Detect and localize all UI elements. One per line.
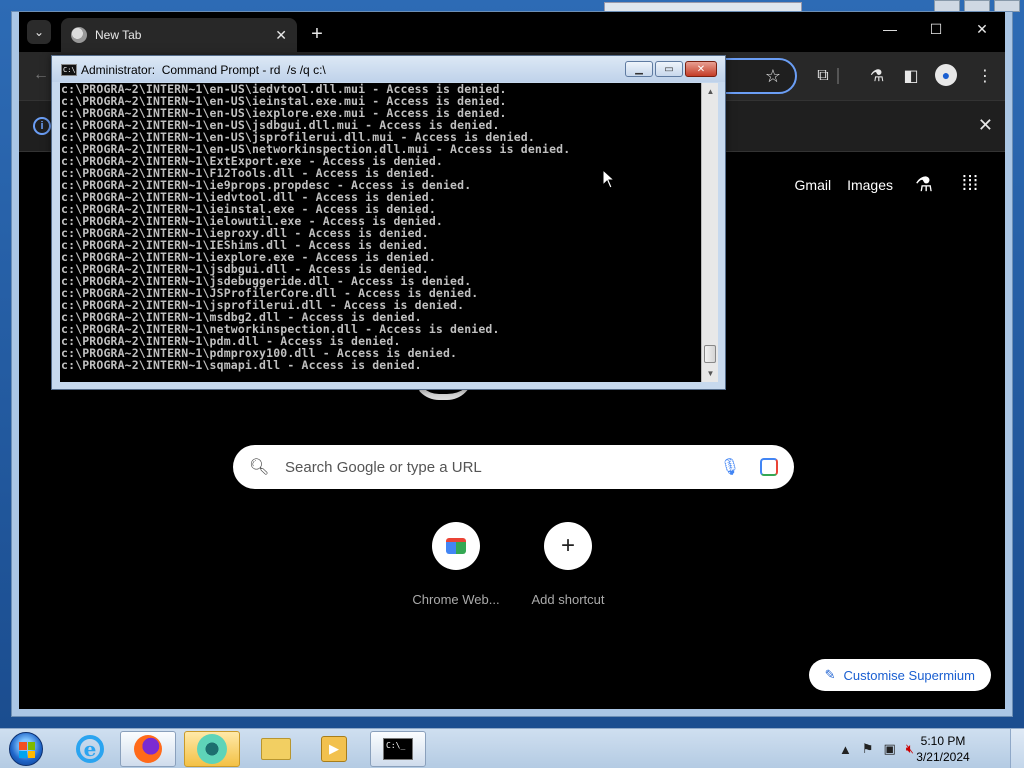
scrollbar-thumb[interactable] <box>704 345 716 363</box>
maximize-button[interactable]: ☐ <box>913 12 959 46</box>
tab-close-icon[interactable]: ✕ <box>275 27 287 44</box>
toolbar-divider <box>837 68 839 84</box>
shortcut-chrome-web-store[interactable]: Chrome Web... <box>400 522 512 607</box>
taskbar-internet-explorer[interactable]: e <box>62 731 118 767</box>
tab-favicon-icon <box>71 27 87 43</box>
tab-title: New Tab <box>95 28 142 42</box>
supermium-icon <box>197 734 227 764</box>
taskbar: e ▶ C:\_ ▲ ⚑ ▣ 🔇︎ 5:10 PM 3/21/2024 <box>0 728 1024 768</box>
action-center-flag-icon[interactable]: ⚑ <box>862 741 874 757</box>
command-prompt-window: C:\ Administrator: Command Prompt - rd /… <box>51 55 726 390</box>
labs-flask-icon[interactable]: ⚗ <box>909 172 939 197</box>
tab-search-button[interactable]: ⌄ <box>27 20 51 44</box>
gmail-link[interactable]: Gmail <box>795 177 832 193</box>
mouse-cursor-icon <box>602 169 616 189</box>
cmd-close-button[interactable]: ✕ <box>685 61 717 77</box>
cmd-titlebar[interactable]: C:\ Administrator: Command Prompt - rd /… <box>52 56 725 82</box>
taskbar-firefox[interactable] <box>120 731 176 767</box>
customise-label: Customise Supermium <box>843 667 976 683</box>
network-icon[interactable]: ▣ <box>884 741 896 757</box>
web-store-icon <box>446 538 466 554</box>
new-tab-button[interactable]: + <box>305 22 329 46</box>
shortcut-tile: + <box>544 522 592 570</box>
chevron-down-icon: ⌄ <box>33 25 45 39</box>
show-desktop-button[interactable] <box>1010 729 1024 768</box>
ntp-header-links: Gmail Images ⚗ ⁞⁞⁞ <box>795 172 985 197</box>
system-clock[interactable]: 5:10 PM 3/21/2024 <box>908 733 978 765</box>
shortcut-tile <box>432 522 480 570</box>
shortcut-add[interactable]: + Add shortcut <box>512 522 624 607</box>
firefox-icon <box>134 735 162 763</box>
plus-icon: + <box>560 532 575 559</box>
search-placeholder[interactable]: Search Google or type a URL <box>285 459 720 476</box>
shortcut-label: Add shortcut <box>531 592 605 607</box>
customise-button[interactable]: ✎ Customise Supermium <box>808 659 991 691</box>
cmd-title: Administrator: Command Prompt - rd /s /q… <box>81 63 326 77</box>
tab-new-tab[interactable]: New Tab ✕ <box>61 18 297 52</box>
images-link[interactable]: Images <box>847 177 893 193</box>
menu-kebab-icon[interactable]: ⋮ <box>973 64 997 88</box>
taskbar-file-explorer[interactable] <box>248 731 304 767</box>
tab-strip: ⌄ New Tab ✕ + — ☐ ✕ <box>19 12 1005 52</box>
internet-explorer-icon: e <box>76 735 104 763</box>
minimize-button[interactable]: — <box>867 12 913 46</box>
side-panel-icon[interactable]: ◧ <box>899 64 923 88</box>
media-player-icon: ▶ <box>321 736 347 762</box>
windows-logo-icon <box>9 732 43 766</box>
cmd-console-output[interactable]: c:\PROGRA~2\INTERN~1\en-US\iedvtool.dll.… <box>60 83 701 382</box>
info-icon: i <box>33 117 51 135</box>
microphone-icon[interactable]: 🎙︎ <box>720 457 740 477</box>
command-prompt-icon: C:\ <box>61 64 77 76</box>
scroll-down-arrow-icon[interactable]: ▼ <box>702 365 719 382</box>
pencil-icon: ✎ <box>824 667 836 682</box>
ntp-search-box[interactable]: 🔍︎ Search Google or type a URL 🎙︎ <box>233 445 794 489</box>
clock-date: 3/21/2024 <box>916 750 970 764</box>
google-lens-icon[interactable] <box>760 458 778 476</box>
shortcut-label: Chrome Web... <box>412 592 500 607</box>
cmd-maximize-button[interactable]: ▭ <box>655 61 683 77</box>
apps-grid-icon[interactable]: ⁞⁞⁞ <box>955 173 985 196</box>
system-tray: ▲ ⚑ ▣ 🔇︎ <box>839 729 914 768</box>
taskbar-command-prompt[interactable]: C:\_ <box>370 731 426 767</box>
back-arrow-icon[interactable]: ← <box>33 66 49 84</box>
folder-icon <box>261 738 291 760</box>
console-line: c:\PROGRA~2\INTERN~1\sqmapi.dll - Access… <box>61 358 422 372</box>
clock-time: 5:10 PM <box>920 734 966 748</box>
cmd-minimize-button[interactable]: ▁ <box>625 61 653 77</box>
bookmark-star-icon[interactable]: ☆ <box>765 66 781 87</box>
close-button[interactable]: ✕ <box>959 12 1005 46</box>
show-hidden-icons-icon[interactable]: ▲ <box>839 742 852 757</box>
taskbar-supermium[interactable] <box>184 731 240 767</box>
command-prompt-icon: C:\_ <box>383 738 413 760</box>
extensions-puzzle-icon[interactable]: ⧉ <box>811 64 835 88</box>
start-button[interactable] <box>5 730 47 768</box>
profile-avatar-icon[interactable]: ● <box>935 64 957 86</box>
scroll-up-arrow-icon[interactable]: ▲ <box>702 83 719 100</box>
labs-flask-icon[interactable]: ⚗ <box>865 64 889 88</box>
browser-window-controls: — ☐ ✕ <box>867 12 1005 46</box>
cmd-window-controls: ▁ ▭ ✕ <box>625 61 717 77</box>
infobar-close-icon[interactable]: ✕ <box>978 115 993 136</box>
cmd-scrollbar[interactable]: ▲ ▼ <box>701 83 718 382</box>
search-icon: 🔍︎ <box>249 459 270 476</box>
plus-icon: + <box>311 22 323 45</box>
taskbar-media-player[interactable]: ▶ <box>306 731 362 767</box>
